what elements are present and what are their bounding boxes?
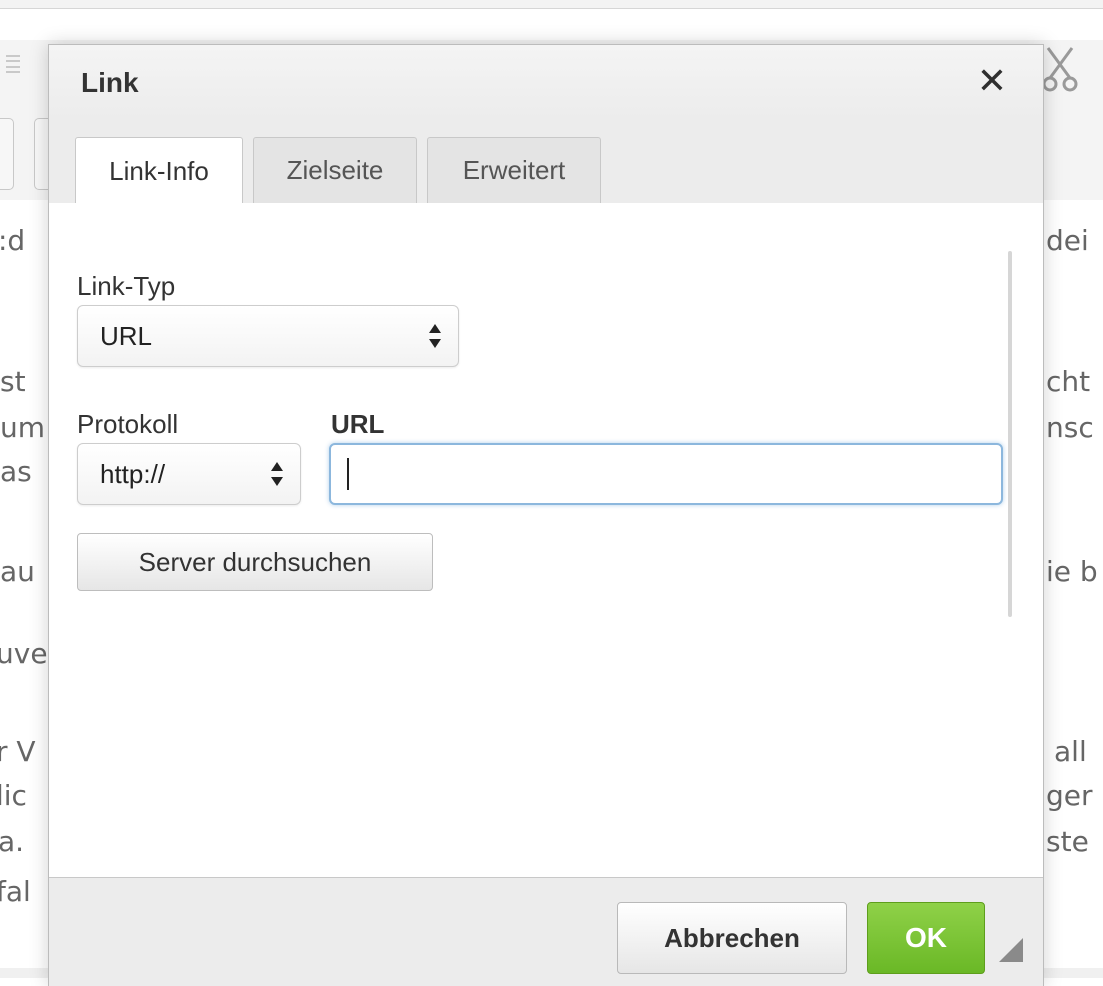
editor-text-fragment: st [0,365,26,398]
protocol-value: http:// [100,459,166,489]
editor-text-fragment: all [1054,735,1087,768]
select-arrows-icon [271,462,283,486]
editor-text-fragment: um [0,411,46,444]
editor-text-fragment: au [0,555,35,588]
tab-advanced[interactable]: Erweitert [427,137,601,203]
dialog-footer: Abbrechen OK [49,877,1043,986]
protocol-select[interactable]: http:// [77,443,301,505]
editor-text-fragment: as [0,455,32,488]
link-type-select[interactable]: URL [77,305,459,367]
tab-target[interactable]: Zielseite [253,137,417,203]
cancel-button[interactable]: Abbrechen [617,902,847,974]
url-input[interactable] [329,443,1003,505]
editor-text-fragment: uve [0,637,48,670]
ok-button[interactable]: OK [867,902,985,974]
scrollbar[interactable] [1008,251,1012,617]
browse-server-button[interactable]: Server durchsuchen [77,533,433,591]
link-type-label: Link-Typ [77,271,176,301]
editor-text-fragment: :d [0,224,26,257]
toolbar-button[interactable] [0,118,14,190]
dialog-body: Link-Typ URL Protokoll http:// URL Serve… [49,203,1043,877]
url-label: URL [331,409,385,439]
editor-text-fragment: fal [0,875,31,908]
align-icon[interactable] [6,55,20,73]
toolbar-button[interactable] [34,118,49,190]
editor-text-fragment: lic [0,779,27,812]
resize-grip-icon[interactable] [999,938,1023,962]
tab-bar: Link-Info Zielseite Erweitert [49,121,1043,204]
cut-icon[interactable] [1042,44,1082,94]
editor-top-bar [0,0,1103,9]
editor-text-fragment: cht [1046,365,1091,398]
tab-link-info[interactable]: Link-Info [75,137,243,204]
editor-text-fragment: ie b [1046,555,1098,588]
editor-text-fragment: ger [1046,779,1093,812]
protocol-label: Protokoll [77,409,179,439]
editor-text-fragment: dei [1046,224,1089,257]
close-icon[interactable]: ✕ [969,59,1015,105]
select-arrows-icon [429,324,441,348]
link-dialog: Link ✕ Link-Info Zielseite Erweitert Lin… [48,44,1044,986]
editor-text-fragment: a. [0,825,25,858]
dialog-header[interactable]: Link ✕ [49,45,1043,121]
text-caret [347,458,349,490]
dialog-title: Link [81,67,139,98]
link-type-value: URL [100,321,153,351]
editor-text-fragment: ste [1046,825,1089,858]
editor-text-fragment: nsc [1046,411,1094,444]
editor-text-fragment: r V [0,735,36,768]
